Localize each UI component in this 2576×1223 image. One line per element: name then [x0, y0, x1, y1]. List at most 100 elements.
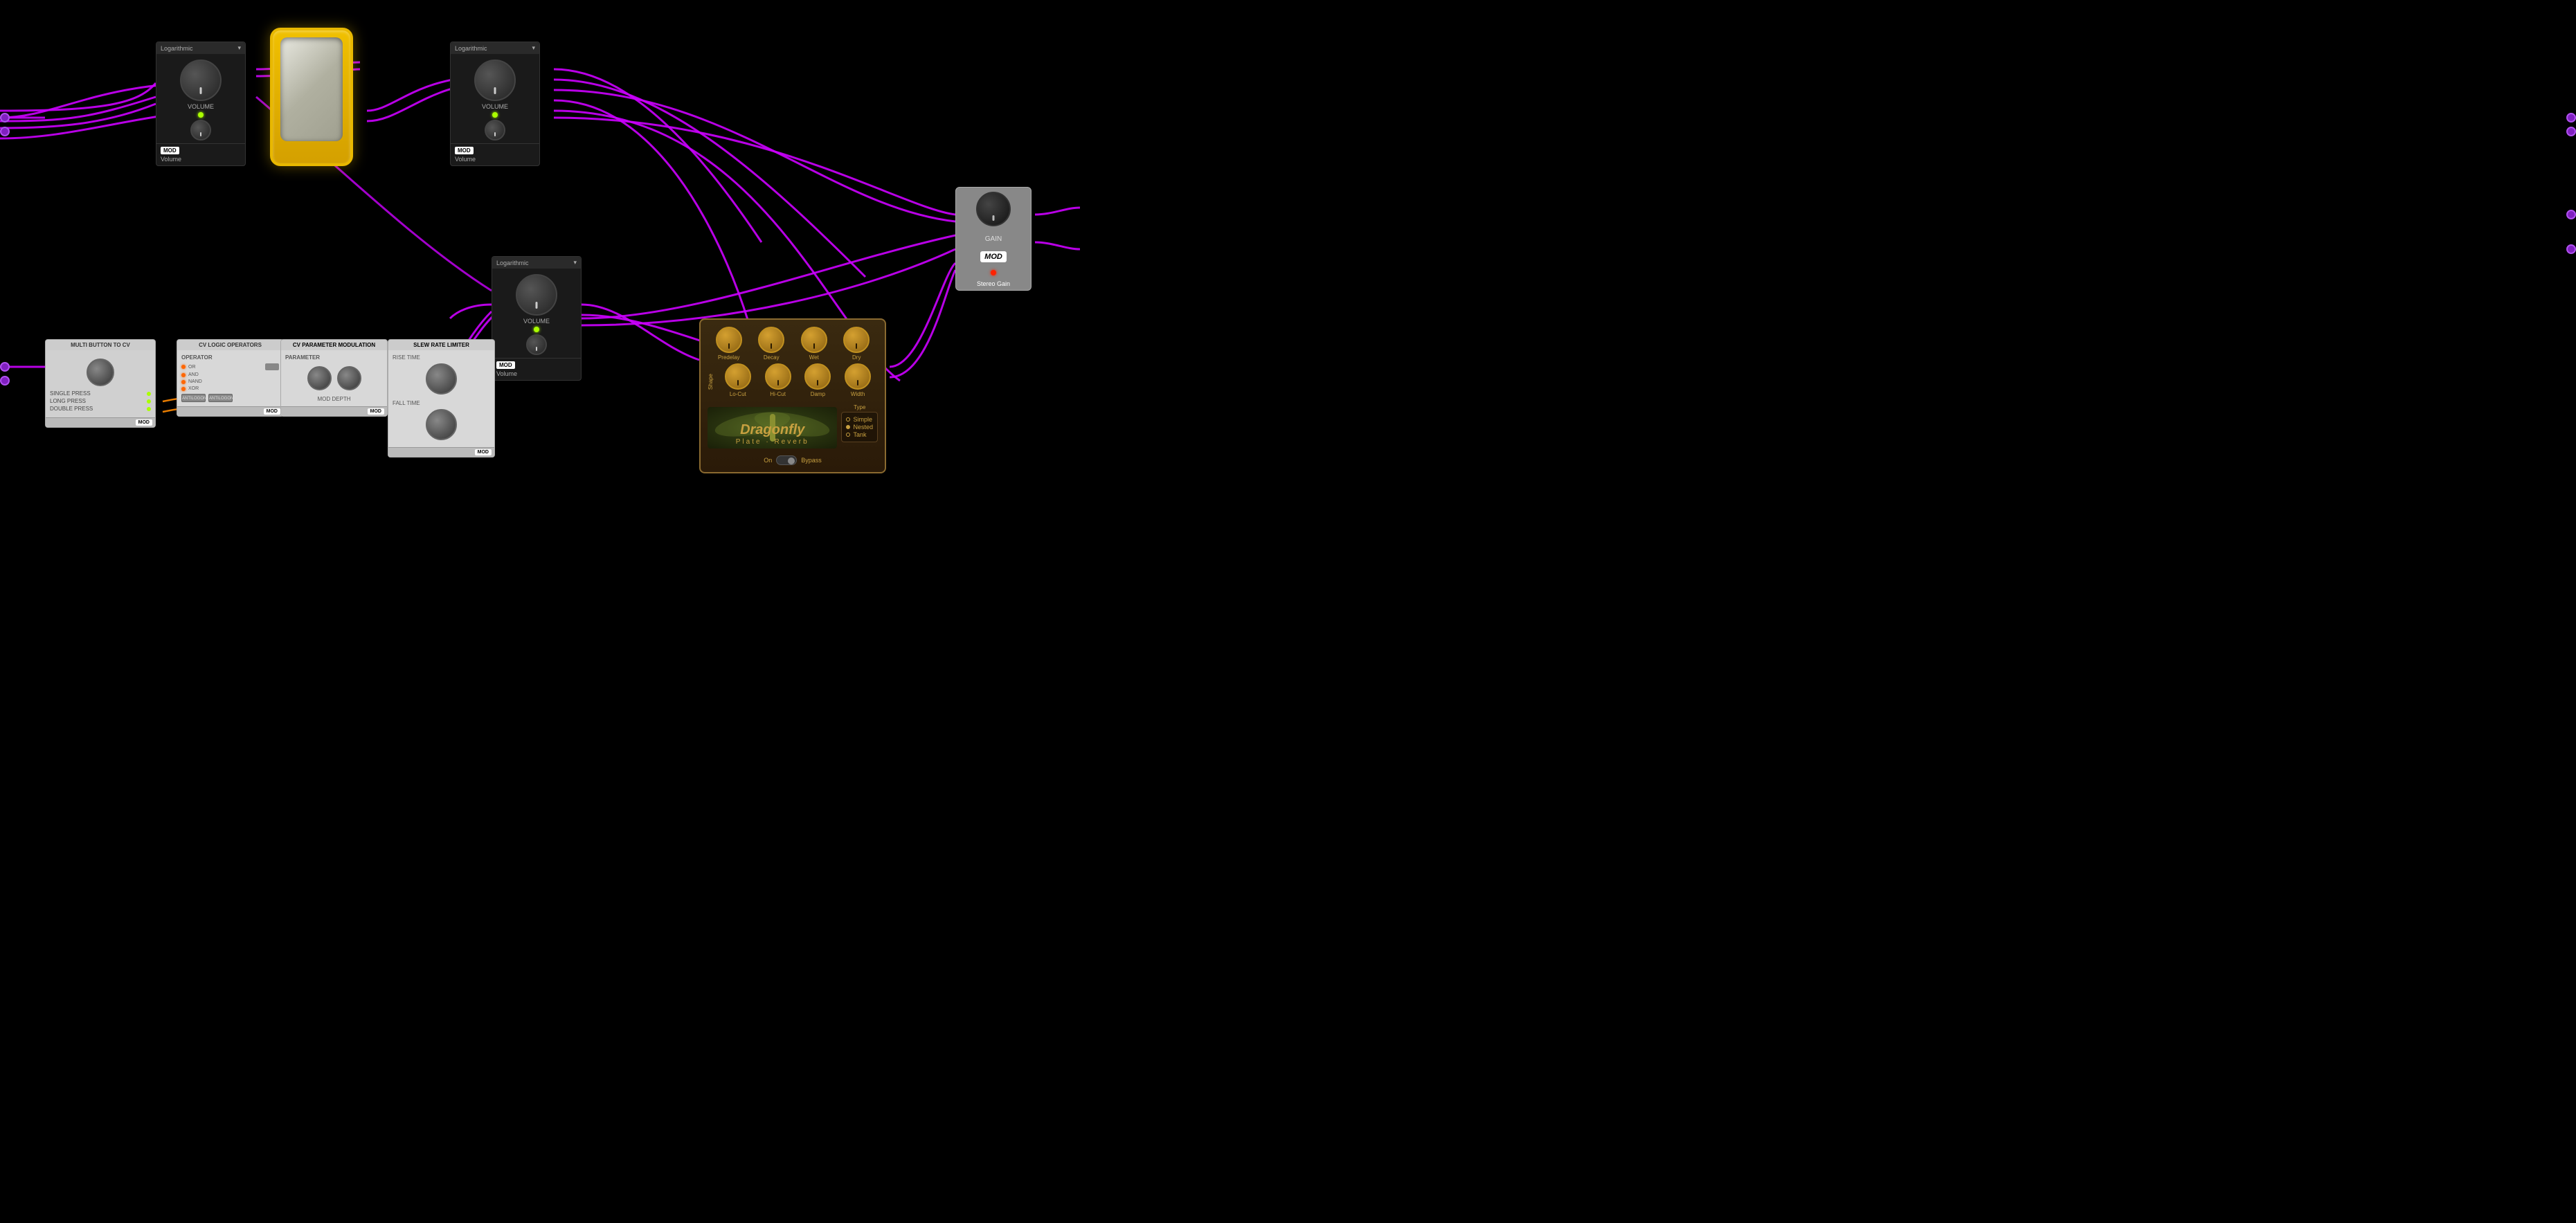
mod-volume-1: Logarithmic ▾ VOLUME MOD Volume	[156, 42, 246, 166]
dragonfly-title-area: Dragonfly Plate · Reverb	[708, 422, 837, 446]
xor-label: XOR	[188, 386, 209, 391]
single-press-led	[147, 392, 151, 396]
xor-led	[181, 387, 186, 391]
dropdown-arrow-3[interactable]: ▾	[573, 259, 577, 266]
multi-btn-title: MULTI BUTTON TO CV	[71, 342, 130, 348]
cvpm-footer: MOD	[281, 406, 387, 416]
width-knob[interactable]	[845, 363, 871, 390]
lo-cut-knob[interactable]	[725, 363, 751, 390]
volume-knob-1[interactable]	[180, 60, 222, 101]
mod-volume-2-header: Logarithmic ▾	[451, 42, 539, 54]
cv-logic-badge: MOD	[264, 408, 280, 415]
type-simple-label: Simple	[853, 416, 872, 423]
bypass-toggle[interactable]	[776, 455, 797, 465]
dry-knob[interactable]	[843, 327, 870, 353]
multi-btn-header: MULTI BUTTON TO CV	[46, 340, 155, 350]
mod-volume-2: Logarithmic ▾ VOLUME MOD Volume	[450, 42, 540, 166]
volume-knob-3[interactable]	[516, 274, 557, 316]
multi-btn-knob[interactable]	[87, 359, 114, 386]
left-port-2[interactable]	[0, 127, 10, 136]
cvpm-knob-2[interactable]	[337, 366, 361, 390]
radio-tank[interactable]	[846, 433, 850, 437]
fall-knob[interactable]	[426, 409, 457, 440]
xor-row: XOR	[181, 386, 279, 391]
or-row: OR	[181, 363, 279, 370]
mod-badge-1: MOD	[161, 147, 179, 154]
antilogon-btn-1[interactable]: ANTILOGON	[181, 394, 206, 402]
type-tank[interactable]: Tank	[846, 431, 873, 438]
decay-knob[interactable]	[758, 327, 784, 353]
right-port-2[interactable]	[2566, 127, 2576, 136]
multi-button-cv: MULTI BUTTON TO CV SINGLE PRESS LONG PRE…	[45, 339, 156, 428]
right-port-1[interactable]	[2566, 113, 2576, 123]
mod-volume-1-title: Logarithmic	[161, 45, 193, 52]
mod-badge-2: MOD	[455, 147, 474, 154]
dropdown-arrow[interactable]: ▾	[237, 44, 241, 52]
multi-btn-footer: MOD	[46, 417, 155, 427]
mod-volume-3-footer: MOD Volume	[492, 358, 581, 380]
wet-knob[interactable]	[801, 327, 827, 353]
mod-volume-3-title: Logarithmic	[496, 260, 529, 266]
hi-cut-knob[interactable]	[765, 363, 791, 390]
right-port-4[interactable]	[2566, 244, 2576, 254]
rise-label: RISE TIME	[393, 354, 490, 361]
type-panel: Simple Nested Tank	[841, 412, 878, 442]
right-port-3[interactable]	[2566, 210, 2576, 219]
aux-knob-1[interactable]	[190, 120, 211, 141]
slew-rate-limiter: SLEW RATE LIMITER RISE TIME FALL TIME MO…	[388, 339, 495, 458]
or-label: OR	[188, 365, 209, 370]
aux-knob-2[interactable]	[485, 120, 505, 141]
damp-label: Damp	[811, 391, 825, 397]
type-simple[interactable]: Simple	[846, 416, 873, 423]
dragonfly-main-title: Dragonfly	[708, 422, 837, 438]
double-press-row: DOUBLE PRESS	[50, 406, 151, 412]
stereo-gain: GAIN MOD Stereo Gain	[955, 187, 1032, 291]
mod-badge-3: MOD	[496, 361, 515, 369]
toggle-thumb	[788, 458, 795, 464]
left-port-1[interactable]	[0, 113, 10, 123]
volume-knob-2[interactable]	[474, 60, 516, 101]
volume-label-3: VOLUME	[523, 318, 550, 325]
antilogon-btn-2[interactable]: ANTILOGON	[208, 394, 233, 402]
mod-volume-1-header: Logarithmic ▾	[156, 42, 245, 54]
damp-knob[interactable]	[804, 363, 831, 390]
left-port-3[interactable]	[0, 362, 10, 372]
cvpm-badge: MOD	[368, 408, 384, 415]
single-press-label: SINGLE PRESS	[50, 390, 91, 397]
long-press-label: LONG PRESS	[50, 398, 86, 404]
led-1	[198, 112, 204, 118]
type-nested-label: Nested	[853, 424, 873, 431]
aux-knob-3[interactable]	[526, 334, 547, 355]
nand-led	[181, 380, 186, 384]
led-3	[534, 327, 539, 332]
dragonfly-knob-row-1: Predelay Decay Wet Dry	[708, 327, 878, 361]
and-led	[181, 373, 186, 377]
cvpm-knob-1[interactable]	[307, 366, 332, 390]
radio-nested[interactable]	[846, 425, 850, 429]
nand-row: NAND	[181, 379, 279, 384]
mod-volume-3-header: Logarithmic ▾	[492, 257, 581, 269]
dropdown-arrow-2[interactable]: ▾	[532, 44, 535, 52]
cvpm-subtitle: PARAMETER	[285, 354, 383, 361]
shape-label: Shape	[708, 374, 714, 390]
radio-simple[interactable]	[846, 417, 850, 422]
and-row: AND	[181, 372, 279, 377]
mod-volume-2-title: Logarithmic	[455, 45, 487, 52]
dragonfly-sub-title: Plate · Reverb	[708, 438, 837, 446]
gain-label: GAIN	[985, 235, 1002, 243]
cv-param-mod: CV PARAMETER MODULATION PARAMETER MOD DE…	[280, 339, 388, 417]
volume-label-1: VOLUME	[188, 103, 214, 110]
left-port-4[interactable]	[0, 376, 10, 386]
rise-knob[interactable]	[426, 363, 457, 395]
mod-volume-2-footer: MOD Volume	[451, 143, 539, 165]
cv-logic-title: CV LOGIC OPERATORS	[199, 342, 262, 348]
wet-label: Wet	[809, 354, 819, 361]
stereo-gain-label: Stereo Gain	[956, 278, 1031, 290]
mod-depth-label: MOD DEPTH	[285, 396, 383, 402]
type-nested[interactable]: Nested	[846, 424, 873, 431]
cv-logic-footer: MOD	[177, 406, 283, 416]
gain-knob[interactable]	[976, 192, 1011, 226]
predelay-knob[interactable]	[716, 327, 742, 353]
or-port[interactable]	[265, 363, 279, 370]
cv-logic-operators: CV LOGIC OPERATORS OPERATOR OR AND NAND …	[177, 339, 284, 417]
